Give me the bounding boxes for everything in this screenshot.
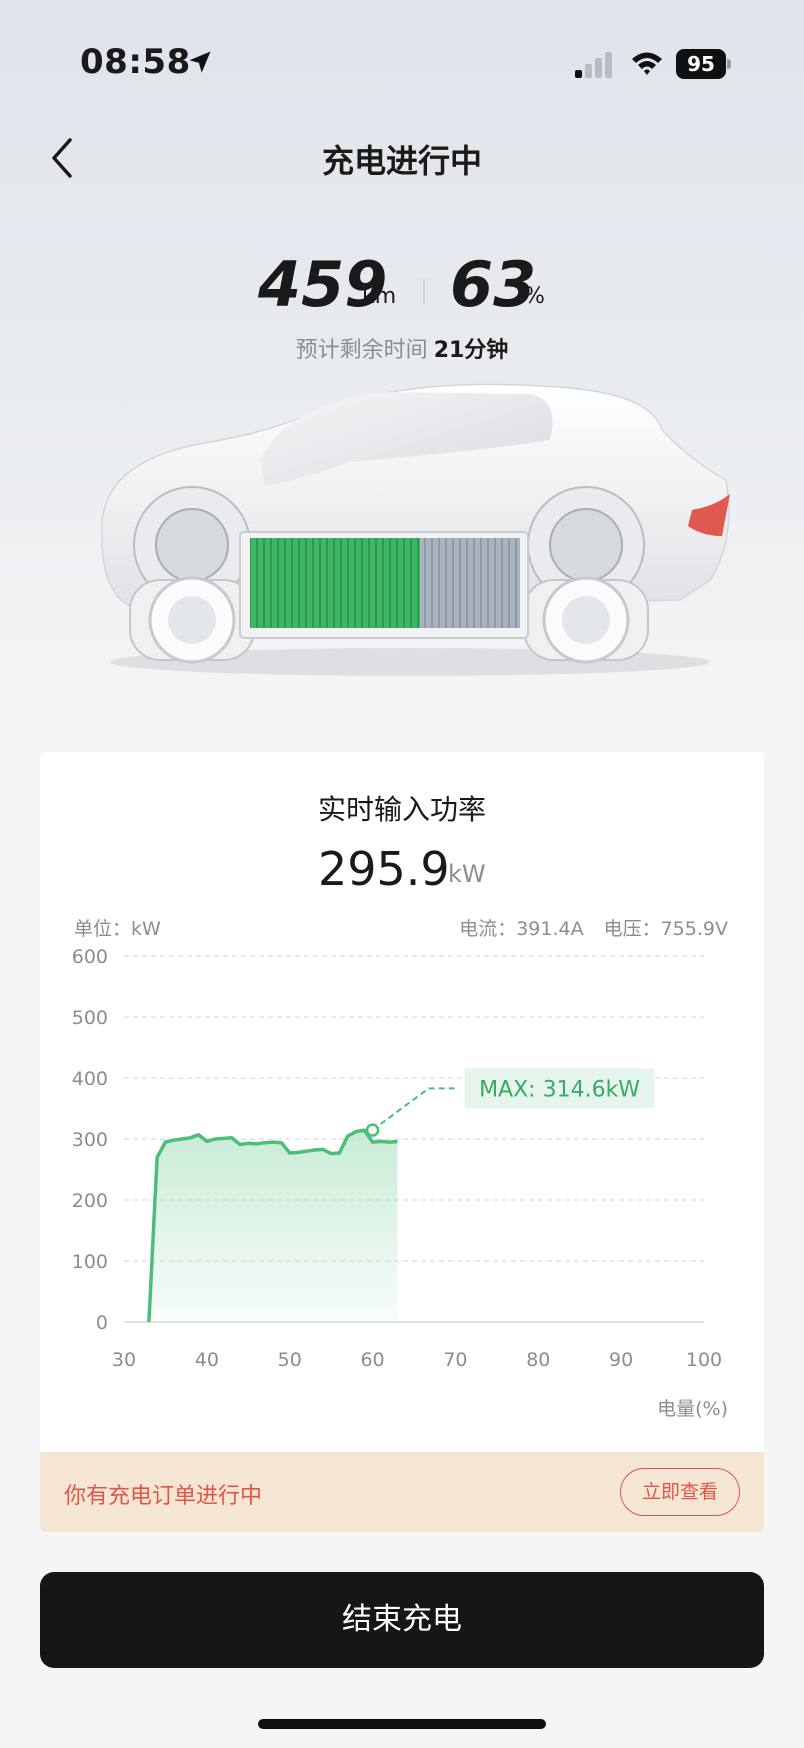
page-title: 充电进行中 bbox=[321, 142, 482, 180]
range-unit: km bbox=[362, 284, 397, 309]
power-value: 295.9 bbox=[318, 842, 450, 896]
remaining-time-label: 预计剩余时间 bbox=[295, 338, 428, 363]
charge-stats: 459 km 63 % bbox=[0, 248, 804, 328]
x-tick-label: 90 bbox=[609, 1349, 633, 1371]
x-tick-label: 60 bbox=[360, 1349, 384, 1371]
power-card: 实时输入功率 295.9 kW 单位：kW 电流：391.4A 电压：755.9V… bbox=[40, 752, 764, 1532]
x-axis-title: 电量(%) bbox=[657, 1398, 728, 1420]
charging-order-banner: 你有充电订单进行中 立即查看 bbox=[40, 1452, 764, 1532]
remaining-time: 预计剩余时间 21分钟 bbox=[0, 332, 804, 364]
battery-charged-cells bbox=[250, 538, 421, 628]
max-label: MAX: 314.6kW bbox=[479, 1077, 640, 1102]
y-tick-label: 300 bbox=[72, 1129, 108, 1151]
y-tick-label: 400 bbox=[72, 1068, 108, 1090]
front-wheel bbox=[129, 486, 255, 664]
remaining-time-value: 21分钟 bbox=[433, 338, 509, 363]
x-tick-label: 80 bbox=[526, 1349, 550, 1371]
series-area bbox=[148, 1130, 398, 1322]
y-tick-label: 600 bbox=[72, 946, 108, 968]
power-unit: kW bbox=[448, 860, 486, 888]
y-tick-label: 200 bbox=[72, 1190, 108, 1212]
max-point-marker bbox=[365, 1123, 380, 1137]
rear-wheel bbox=[523, 486, 649, 664]
y-tick-label: 0 bbox=[96, 1312, 108, 1334]
max-leader-line bbox=[371, 1087, 455, 1131]
location-arrow-icon bbox=[189, 51, 211, 73]
battery-cap bbox=[727, 59, 731, 69]
x-tick-label: 70 bbox=[443, 1349, 467, 1371]
status-bar: 08:58 95 bbox=[0, 0, 804, 100]
power-chart: 0 100 200 300 400 500 600 30 40 50 60 70 80 90 100 MAX:… bbox=[72, 946, 722, 1371]
x-tick-label: 50 bbox=[278, 1349, 302, 1371]
y-tick-label: 100 bbox=[72, 1251, 108, 1273]
cellular-signal-icon bbox=[575, 52, 612, 78]
x-tick-label: 30 bbox=[112, 1349, 136, 1371]
car-battery-illustration bbox=[101, 383, 730, 676]
battery-icon: 95 bbox=[676, 49, 732, 79]
home-indicator bbox=[258, 1719, 546, 1729]
view-order-button[interactable]: 立即查看 bbox=[620, 1468, 740, 1516]
battery-pack bbox=[239, 531, 529, 639]
status-time: 08:58 bbox=[80, 42, 191, 82]
x-tick-label: 100 bbox=[686, 1349, 722, 1371]
wifi-icon bbox=[632, 52, 662, 75]
power-card-title: 实时输入功率 bbox=[317, 793, 486, 826]
x-tick-label: 40 bbox=[195, 1349, 219, 1371]
soc-unit: % bbox=[524, 284, 545, 309]
order-banner-text: 你有充电订单进行中 bbox=[64, 1484, 263, 1509]
battery-empty-cells bbox=[420, 538, 520, 628]
battery-level: 95 bbox=[676, 49, 726, 79]
stats-divider bbox=[423, 278, 425, 304]
end-charging-button[interactable]: 结束充电 bbox=[40, 1572, 764, 1668]
y-tick-label: 500 bbox=[72, 1007, 108, 1029]
